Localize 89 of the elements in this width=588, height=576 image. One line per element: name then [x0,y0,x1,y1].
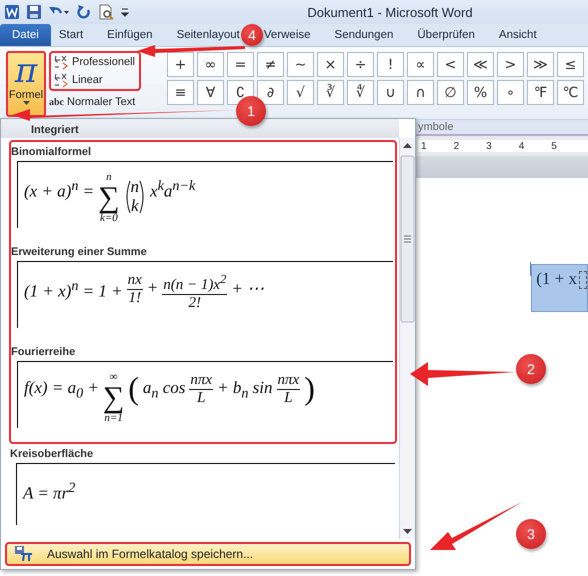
gallery-item-title: Erweiterung einer Summe [11,245,148,260]
symbol-button[interactable]: ∘ [497,80,524,105]
caret-icon [22,101,30,105]
formula-text: a$_{n}$ cos [142,377,186,402]
redo-icon[interactable] [76,4,92,20]
symbol-button[interactable]: ∩ [407,80,434,105]
symbol-button[interactable]: ! [377,52,404,77]
symbol-button[interactable]: ≤ [557,52,584,77]
sum-upper-limit: n [106,172,112,183]
ruler: 1 2 3 4 5 [418,140,588,152]
ribbon-tab[interactable]: Start [58,24,84,46]
symbol-button[interactable]: × [317,52,344,77]
scrollbar-thumb[interactable] [400,154,415,324]
binomial-bottom: k [131,196,139,216]
symbol-button[interactable]: ≡ [167,80,194,105]
window-title: Dokument1 - Microsoft Word [306,4,474,20]
formula-format-icon [53,54,69,70]
ribbon-tab[interactable]: Seitenlayout [176,24,240,46]
format-option[interactable]: Professionell [53,53,135,71]
symbol-button[interactable]: % [467,80,494,105]
fraction-numerator: n(n − 1)x$^{2}$ [162,272,228,296]
formula-format-icon [53,72,69,88]
group-label: ymbole [418,121,454,133]
formula-text: A = πr$^{2}$ [23,479,76,504]
formula-button[interactable]: π Formel [6,51,46,117]
symbol-button[interactable]: < [437,52,464,77]
fraction-numerator: nx [126,272,143,290]
ribbon-tab[interactable]: Verweise [264,24,311,46]
bracket-icon [139,180,146,214]
gallery-item-title: Kreisoberfläche [10,447,94,462]
save-formula-icon [15,546,33,562]
equation-handle[interactable] [530,262,532,276]
sum-upper-limit: ∞ [110,372,118,383]
symbol-button[interactable]: ~ [287,52,314,77]
gallery-header: Integriert [1,119,399,138]
ribbon-tab[interactable]: Einfügen [107,24,153,46]
symbol-button[interactable]: ∂ [257,80,284,105]
sum-symbol: ∑ [98,183,120,213]
formula-text: + ⋯ [231,278,264,299]
symbol-button[interactable]: ≠ [257,52,284,77]
symbol-button[interactable]: ≪ [467,52,494,77]
symbol-button[interactable]: ÷ [347,52,374,77]
formula-text: (1 + x)$^{n}$ = 1 + [24,277,123,302]
symbol-button[interactable]: ∀ [197,80,224,105]
symbol-button[interactable]: ∞ [197,52,224,77]
word-app-icon[interactable] [4,4,20,20]
parenthesis: ) [304,372,315,404]
symbol-button[interactable]: = [227,52,254,77]
symbol-button[interactable]: ∜ [347,80,374,105]
bracket-icon [124,180,131,214]
symbol-button[interactable]: ≫ [527,52,554,77]
sum-lower-limit: k=0 [100,213,118,224]
save-selection-button[interactable]: Auswahl im Formelkatalog speichern... [5,542,411,566]
symbol-button[interactable]: ∛ [317,80,344,105]
ribbon-tab[interactable]: Überprüfen [417,24,475,46]
sum-symbol: ∑ [102,383,124,413]
gallery-item-title: Binomialformel [11,145,92,160]
fraction-numerator: nπx [276,372,300,390]
formula-text: + b$_{n}$ sin [217,377,273,402]
normal-text-option[interactable]: abc Normaler Text [49,93,141,111]
fraction-denominator: 2! [188,295,202,312]
fraction-denominator: 1! [128,290,141,308]
formula-text: f(x) = a$_{0}$ + [24,377,99,402]
fraction-denominator: L [197,390,206,408]
format-option[interactable]: Linear [53,71,135,89]
formula-text: (x + a)$^{n}$ = [24,177,94,202]
binomial-top: n [130,178,140,197]
symbol-button[interactable]: > [497,52,524,77]
equation-box[interactable]: (1 + x [531,264,588,312]
symbol-button[interactable]: √ [287,80,314,105]
fraction-denominator: L [284,390,293,408]
symbol-button[interactable]: ℉ [527,80,554,105]
symbol-button[interactable]: ∅ [437,80,464,105]
file-tab[interactable]: Datei [0,24,51,46]
symbol-button[interactable]: + [167,52,194,77]
formula-preview[interactable]: A = πr$^{2}$ [16,463,395,525]
print-preview-icon[interactable] [98,4,114,20]
ribbon-tab[interactable]: Ansicht [498,24,537,46]
formula-text: x$^{k}$a$^{n−k}$ [150,177,196,202]
fraction-numerator: nπx [189,372,214,390]
ribbon-tab[interactable]: Sendungen [334,24,394,46]
symbol-button[interactable]: ∝ [407,52,434,77]
symbol-button[interactable]: ∪ [377,80,404,105]
parenthesis: ( [128,372,139,404]
sum-lower-limit: n=1 [104,413,123,424]
save-icon[interactable] [26,4,42,20]
gallery-item-title: Fourierreihe [11,345,76,360]
formula-text: + [146,277,158,298]
symbol-button[interactable]: ℃ [557,80,584,105]
